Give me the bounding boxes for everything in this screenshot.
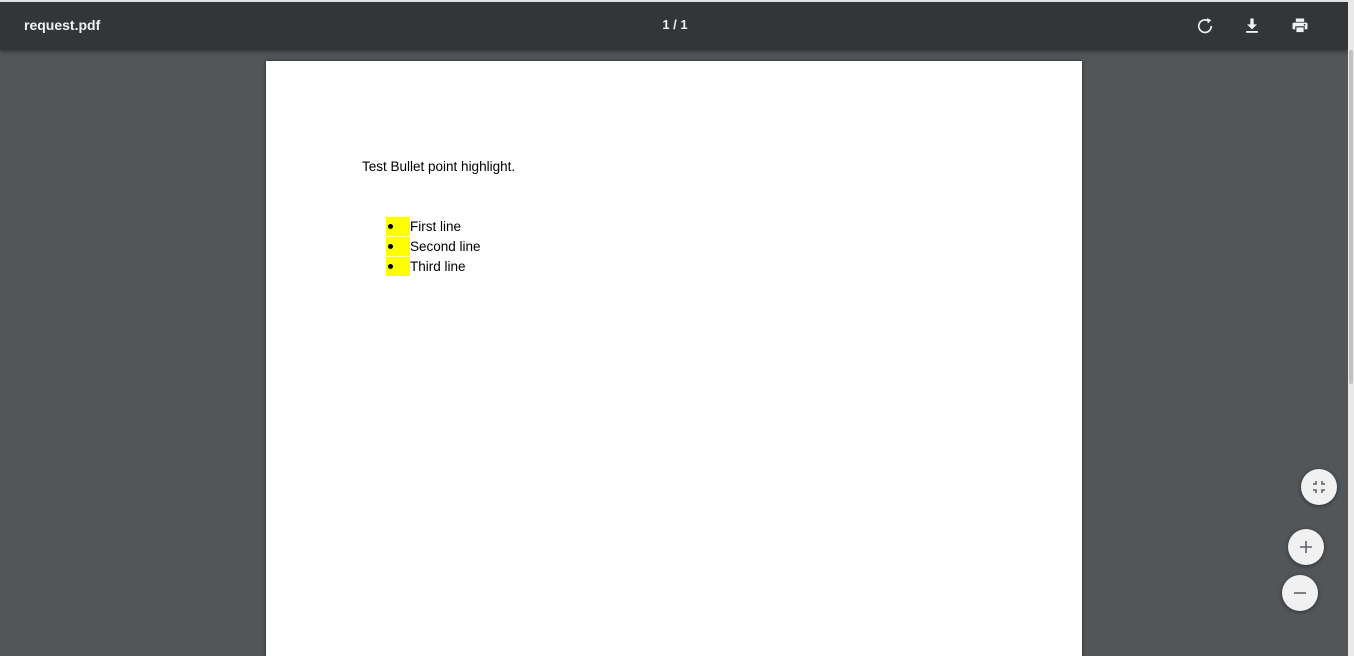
minus-icon bbox=[1294, 592, 1306, 594]
document-scroll-area[interactable]: Test Bullet point highlight. First line … bbox=[0, 50, 1348, 656]
fit-to-page-button[interactable] bbox=[1301, 469, 1337, 505]
vertical-scrollbar[interactable] bbox=[1348, 2, 1354, 656]
pdf-page-1: Test Bullet point highlight. First line … bbox=[266, 61, 1082, 656]
list-item: First line bbox=[386, 217, 481, 237]
plus-icon bbox=[1300, 541, 1312, 553]
download-button[interactable] bbox=[1236, 10, 1268, 42]
print-icon bbox=[1292, 18, 1308, 34]
scrollbar-thumb[interactable] bbox=[1349, 50, 1353, 384]
document-heading: Test Bullet point highlight. bbox=[362, 159, 516, 174]
pdf-viewer: request.pdf 1 / 1 Test Bullet point high… bbox=[0, 0, 1354, 656]
bullet-text: First line bbox=[410, 219, 462, 234]
bullet-list: First line Second line Third line bbox=[386, 217, 481, 277]
rotate-button[interactable] bbox=[1189, 10, 1221, 42]
download-icon bbox=[1246, 18, 1258, 33]
print-button[interactable] bbox=[1284, 10, 1316, 42]
rotate-icon bbox=[1197, 18, 1213, 34]
bullet-text: Third line bbox=[410, 259, 466, 274]
highlighted-bullet bbox=[386, 237, 410, 256]
highlighted-bullet bbox=[386, 257, 410, 276]
document-title: request.pdf bbox=[24, 17, 101, 33]
bullet-text: Second line bbox=[410, 239, 481, 254]
viewer-toolbar: request.pdf 1 / 1 bbox=[0, 2, 1348, 50]
fit-to-page-icon bbox=[1313, 481, 1325, 493]
page-indicator: 1 / 1 bbox=[662, 17, 688, 32]
zoom-out-button[interactable] bbox=[1282, 575, 1318, 611]
list-item: Second line bbox=[386, 237, 481, 257]
zoom-in-button[interactable] bbox=[1288, 529, 1324, 565]
highlighted-bullet bbox=[386, 217, 410, 236]
list-item: Third line bbox=[386, 257, 481, 277]
